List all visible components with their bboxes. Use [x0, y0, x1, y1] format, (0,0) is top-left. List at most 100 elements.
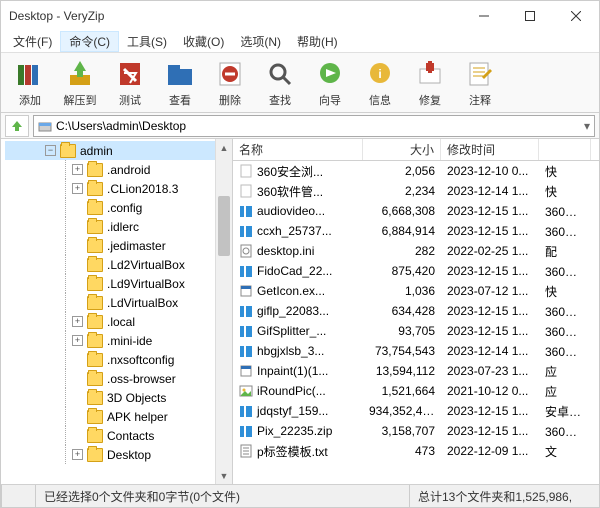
expand-icon[interactable]: + [72, 164, 83, 175]
file-size: 473 [363, 444, 441, 458]
view-button[interactable]: 查看 [155, 58, 205, 108]
tree-item[interactable]: .config [5, 198, 232, 217]
tree-item[interactable]: .jedimaster [5, 236, 232, 255]
tree-item[interactable]: Contacts [5, 426, 232, 445]
tree-item[interactable]: .oss-browser [5, 369, 232, 388]
tree-item[interactable]: .Ld9VirtualBox [5, 274, 232, 293]
list-row[interactable]: audiovideo...6,668,3082023-12-15 1...360… [233, 201, 599, 221]
drive-icon [38, 119, 52, 133]
folder-open-icon [164, 58, 196, 90]
chevron-down-icon[interactable]: ▾ [584, 119, 590, 133]
add-button[interactable]: 添加 [5, 58, 55, 108]
tree-item[interactable]: +.mini-ide [5, 331, 232, 350]
col-mtime[interactable]: 修改时间 [441, 139, 539, 160]
list-row[interactable]: hbgjxlsb_3...73,754,5432023-12-14 1...36… [233, 341, 599, 361]
tree-item[interactable]: .nxsoftconfig [5, 350, 232, 369]
list-row[interactable]: ccxh_25737...6,884,9142023-12-15 1...360… [233, 221, 599, 241]
list-row[interactable]: GifSplitter_...93,7052023-12-15 1...360压… [233, 321, 599, 341]
window-title: Desktop - VeryZip [9, 9, 461, 23]
titlebar: Desktop - VeryZip [1, 1, 599, 31]
file-name: GifSplitter_... [257, 324, 326, 338]
file-size: 1,036 [363, 284, 441, 298]
list-row[interactable]: 360安全浏...2,0562023-12-10 0...快 [233, 161, 599, 181]
col-name[interactable]: 名称 [233, 139, 363, 160]
list-row[interactable]: giflp_22083...634,4282023-12-15 1...360压… [233, 301, 599, 321]
tree-label: admin [80, 144, 113, 158]
menu-file[interactable]: 文件(F) [5, 31, 60, 52]
file-icon [239, 224, 253, 238]
list-row[interactable]: FidoCad_22...875,4202023-12-15 1...360压缩 [233, 261, 599, 281]
file-icon [239, 324, 253, 338]
tree-item[interactable]: 3D Objects [5, 388, 232, 407]
tree-item[interactable]: + Desktop [5, 445, 232, 464]
expand-icon[interactable]: + [72, 449, 83, 460]
wizard-button[interactable]: 向导 [305, 58, 355, 108]
tree-scrollbar[interactable]: ▲ ▼ [215, 139, 232, 484]
tree-item[interactable]: +.android [5, 160, 232, 179]
menu-options[interactable]: 选项(N) [232, 31, 289, 52]
tree-item[interactable]: APK helper [5, 407, 232, 426]
expand-icon[interactable]: + [72, 316, 83, 327]
find-button[interactable]: 查找 [255, 58, 305, 108]
list-row[interactable]: 360软件管...2,2342023-12-14 1...快 [233, 181, 599, 201]
col-size[interactable]: 大小 [363, 139, 441, 160]
test-button[interactable]: 测试 [105, 58, 155, 108]
list-row[interactable]: desktop.ini2822022-02-25 1...配 [233, 241, 599, 261]
tree-item[interactable]: +.CLion2018.3 [5, 179, 232, 198]
tree-item[interactable]: +.local [5, 312, 232, 331]
col-type[interactable] [539, 139, 591, 160]
menu-help[interactable]: 帮助(H) [289, 31, 346, 52]
list-row[interactable]: GetIcon.ex...1,0362023-07-12 1...快 [233, 281, 599, 301]
file-type: 应 [539, 383, 591, 400]
menu-fav[interactable]: 收藏(O) [175, 31, 232, 52]
tree-root[interactable]: − admin [5, 141, 232, 160]
file-name: jdqstyf_159... [257, 404, 328, 418]
wizard-label: 向导 [319, 92, 341, 108]
delete-button[interactable]: 删除 [205, 58, 255, 108]
collapse-icon[interactable]: − [45, 145, 56, 156]
delete-icon [214, 58, 246, 90]
tree-item[interactable]: .LdVirtualBox [5, 293, 232, 312]
file-type: 360压缩 [539, 223, 591, 240]
file-type: 360压缩 [539, 323, 591, 340]
folder-icon [87, 353, 103, 367]
file-date: 2023-12-14 1... [441, 344, 539, 358]
file-icon [239, 284, 253, 298]
path-input[interactable]: C:\Users\admin\Desktop ▾ [33, 115, 595, 137]
list-row[interactable]: Inpaint(1)(1...13,594,1122023-07-23 1...… [233, 361, 599, 381]
scroll-thumb[interactable] [218, 196, 230, 256]
info-button[interactable]: i 信息 [355, 58, 405, 108]
comment-button[interactable]: 注释 [455, 58, 505, 108]
file-size: 875,420 [363, 264, 441, 278]
list-header[interactable]: 名称 大小 修改时间 [233, 139, 599, 161]
list-row[interactable]: jdqstyf_159...934,352,4592023-12-15 1...… [233, 401, 599, 421]
folder-tree[interactable]: − admin +.android+.CLion2018.3.config.idle… [1, 139, 233, 484]
list-row[interactable]: iRoundPic(...1,521,6642021-10-12 0...应 [233, 381, 599, 401]
repair-button[interactable]: 修复 [405, 58, 455, 108]
tree-label: Desktop [107, 448, 151, 462]
tree-item[interactable]: .Ld2VirtualBox [5, 255, 232, 274]
file-size: 634,428 [363, 304, 441, 318]
test-label: 测试 [119, 92, 141, 108]
list-row[interactable]: p标签模板.txt4732022-12-09 1...文 [233, 441, 599, 461]
folder-icon [87, 163, 103, 177]
tree-spacer [72, 259, 83, 270]
expand-icon[interactable]: + [72, 335, 83, 346]
file-name: p标签模板.txt [257, 443, 328, 460]
maximize-button[interactable] [507, 1, 553, 31]
tree-spacer [72, 297, 83, 308]
scroll-down-icon[interactable]: ▼ [216, 467, 232, 484]
extract-button[interactable]: 解压到 [55, 58, 105, 108]
file-type: 360压缩 [539, 423, 591, 440]
scroll-up-icon[interactable]: ▲ [216, 139, 232, 156]
expand-icon[interactable]: + [72, 183, 83, 194]
menu-command[interactable]: 命令(C) [60, 31, 119, 52]
file-name: iRoundPic(... [257, 384, 326, 398]
tree-item[interactable]: .idlerc [5, 217, 232, 236]
minimize-button[interactable] [461, 1, 507, 31]
close-button[interactable] [553, 1, 599, 31]
list-row[interactable]: Pix_22235.zip3,158,7072023-12-15 1...360… [233, 421, 599, 441]
tree-label: Contacts [107, 429, 154, 443]
menu-tools[interactable]: 工具(S) [119, 31, 175, 52]
up-button[interactable] [5, 115, 29, 137]
